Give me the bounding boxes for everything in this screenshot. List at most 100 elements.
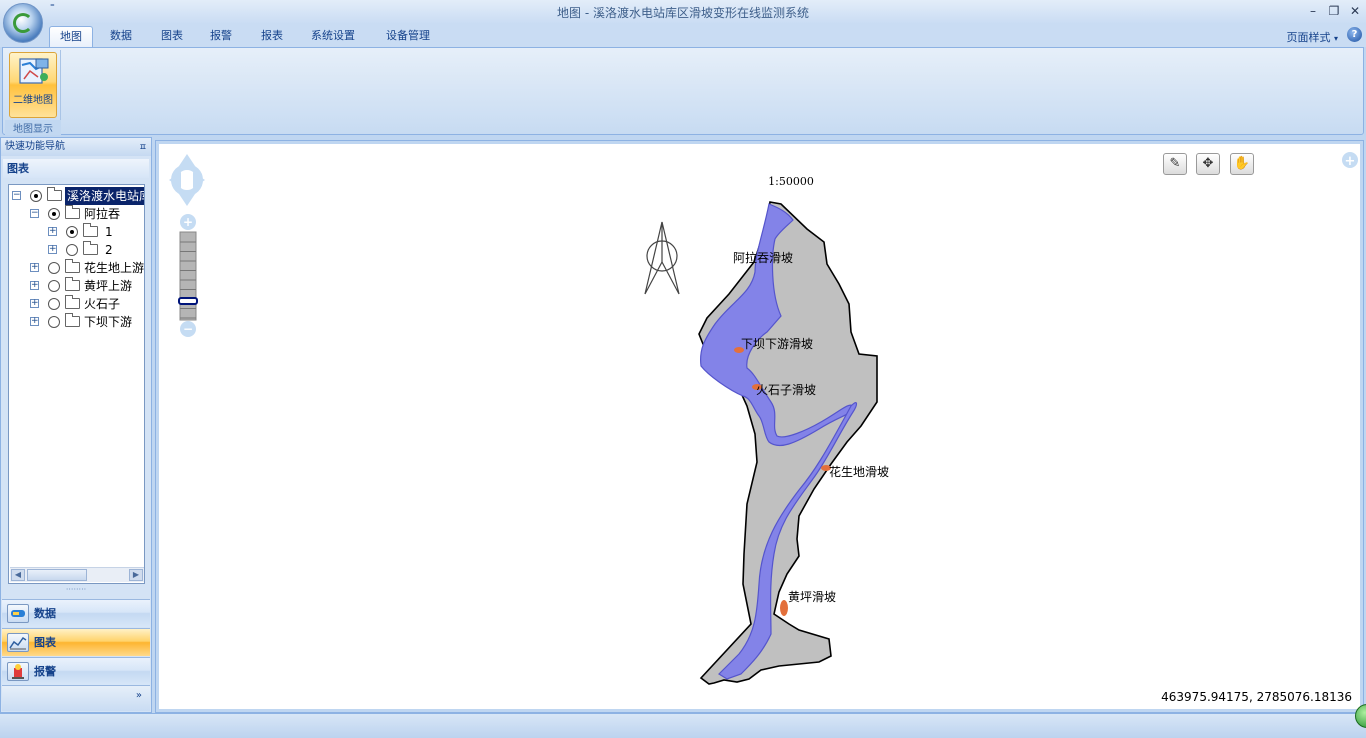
tab-device-management[interactable]: 设备管理 bbox=[376, 26, 440, 47]
expand-icon[interactable]: + bbox=[30, 281, 39, 290]
radio-button[interactable] bbox=[66, 244, 78, 256]
tab-alarm[interactable]: 报警 bbox=[200, 26, 242, 47]
hand-tool-button[interactable]: ✋ bbox=[1230, 153, 1254, 175]
tree-node-label[interactable]: 阿拉吞 bbox=[84, 205, 120, 223]
tab-charts[interactable]: 图表 bbox=[151, 26, 193, 47]
landslide-marker-huangping[interactable] bbox=[780, 600, 788, 616]
folder-icon bbox=[65, 259, 80, 273]
pan-tool-button[interactable]: ✥ bbox=[1196, 153, 1220, 175]
tree-node-label[interactable]: 下坝下游 bbox=[84, 313, 132, 331]
zoom-in-icon: + bbox=[183, 215, 193, 229]
expand-icon[interactable]: + bbox=[48, 227, 57, 236]
edit-tool-button[interactable]: ✎ bbox=[1163, 153, 1187, 175]
alarm-icon bbox=[7, 662, 29, 681]
scroll-left-icon[interactable]: ◀ bbox=[11, 569, 25, 581]
scroll-thumb[interactable] bbox=[27, 569, 87, 581]
collapse-icon[interactable]: − bbox=[30, 209, 39, 218]
radio-button[interactable] bbox=[48, 316, 60, 328]
radio-button[interactable] bbox=[66, 226, 78, 238]
expand-icon[interactable]: + bbox=[30, 317, 39, 326]
radio-button[interactable] bbox=[48, 298, 60, 310]
expand-icon[interactable]: + bbox=[30, 263, 39, 272]
folder-icon bbox=[65, 295, 80, 309]
app-logo-icon bbox=[13, 13, 33, 33]
zoom-out-icon: − bbox=[183, 322, 193, 336]
north-arrow-icon bbox=[644, 221, 680, 295]
folder-icon bbox=[83, 223, 98, 237]
restore-button[interactable]: ❐ bbox=[1325, 2, 1343, 20]
map-view[interactable]: + − 1:50000 阿拉吞滑坡 下坝下游滑坡 火石子滑坡 花生地滑坡 黄坪滑… bbox=[155, 140, 1364, 713]
minimize-button[interactable]: – bbox=[1304, 2, 1322, 20]
status-bar bbox=[0, 713, 1366, 738]
zoom-slider[interactable]: + − bbox=[178, 214, 198, 337]
2d-map-button[interactable]: 二维地图 bbox=[9, 52, 57, 118]
folder-icon bbox=[83, 241, 98, 255]
panel-splitter[interactable]: ········ bbox=[1, 586, 151, 596]
radio-button[interactable] bbox=[48, 262, 60, 274]
close-button[interactable]: ✕ bbox=[1346, 2, 1364, 20]
plus-icon: + bbox=[1345, 154, 1356, 169]
page-style-dropdown[interactable]: 页面样式 ▾ bbox=[1286, 29, 1338, 45]
nav-button-data[interactable]: 数据 bbox=[2, 599, 150, 627]
expand-icon[interactable]: + bbox=[48, 245, 57, 254]
landslide-label: 黄坪滑坡 bbox=[788, 590, 836, 604]
map-canvas[interactable]: + − 1:50000 阿拉吞滑坡 下坝下游滑坡 火石子滑坡 花生地滑坡 黄坪滑… bbox=[159, 144, 1360, 709]
tree-node-2[interactable]: + 2 bbox=[48, 241, 144, 259]
tree-node-label[interactable]: 黄坪上游 bbox=[84, 277, 132, 295]
tree-node-label[interactable]: 花生地上游 bbox=[84, 259, 144, 277]
ribbon-group-label: 地图显示 bbox=[5, 120, 61, 135]
quick-nav-panel: 快速功能导航 ㅍ 图表 − 溪洛渡水电站库区 − 阿拉吞 + 1 + bbox=[0, 137, 152, 713]
section-title: 图表 bbox=[3, 159, 149, 178]
help-icon[interactable]: ? bbox=[1347, 27, 1362, 42]
nav-button-alarm[interactable]: 报警 bbox=[2, 657, 150, 685]
zoom-track[interactable] bbox=[179, 231, 197, 321]
chevron-down-icon: ▾ bbox=[1333, 34, 1338, 43]
radio-button[interactable] bbox=[48, 208, 60, 220]
nav-button-label: 图表 bbox=[34, 636, 56, 649]
nav-button-charts[interactable]: 图表 bbox=[2, 628, 150, 656]
tree-node-huoshizi[interactable]: + 火石子 bbox=[30, 295, 144, 313]
tree-node-huashengdi[interactable]: + 花生地上游 bbox=[30, 259, 144, 277]
tab-system-settings[interactable]: 系统设置 bbox=[301, 26, 365, 47]
radio-button[interactable] bbox=[48, 280, 60, 292]
zoom-handle[interactable] bbox=[178, 297, 198, 305]
radio-button[interactable] bbox=[30, 190, 42, 202]
ribbon-tab-bar: 地图 数据 图表 报警 报表 系统设置 设备管理 页面样式 ▾ ? bbox=[0, 24, 1366, 47]
pan-down-icon[interactable] bbox=[179, 194, 195, 206]
expand-icon[interactable]: + bbox=[30, 299, 39, 308]
tree-node-root[interactable]: − 溪洛渡水电站库区 bbox=[12, 187, 144, 205]
nav-more-button[interactable]: » bbox=[2, 685, 150, 711]
site-tree: − 溪洛渡水电站库区 − 阿拉吞 + 1 + 2 + bbox=[8, 184, 145, 584]
landslide-label: 花生地滑坡 bbox=[829, 464, 889, 479]
tree-node-label[interactable]: 1 bbox=[105, 223, 113, 241]
scroll-right-icon[interactable]: ▶ bbox=[129, 569, 143, 581]
pan-control[interactable] bbox=[169, 154, 205, 206]
hand-icon: ✋ bbox=[1233, 156, 1251, 171]
pan-up-icon[interactable] bbox=[179, 154, 195, 166]
tree-node-xiaba[interactable]: + 下坝下游 bbox=[30, 313, 144, 331]
tree-node-1[interactable]: + 1 bbox=[48, 223, 144, 241]
tree-node-label[interactable]: 2 bbox=[105, 241, 113, 259]
tree-node-label[interactable]: 火石子 bbox=[84, 295, 120, 313]
folder-icon bbox=[65, 205, 80, 219]
page-style-label: 页面样式 bbox=[1286, 31, 1331, 44]
pin-icon[interactable]: ㅍ bbox=[139, 140, 147, 157]
landslide-label: 下坝下游滑坡 bbox=[741, 337, 813, 351]
tab-reports[interactable]: 报表 bbox=[251, 26, 293, 47]
tree-node-label[interactable]: 溪洛渡水电站库区 bbox=[65, 187, 144, 205]
ribbon-group-map-display: 二维地图 地图显示 bbox=[5, 50, 61, 135]
collapse-icon[interactable]: − bbox=[12, 191, 21, 200]
landslide-label: 阿拉吞滑坡 bbox=[733, 250, 793, 265]
map-scale: 1:50000 bbox=[768, 175, 814, 188]
tab-map[interactable]: 地图 bbox=[49, 26, 93, 47]
tree-node-alatun[interactable]: − 阿拉吞 bbox=[30, 205, 144, 223]
horizontal-scrollbar[interactable]: ◀ ▶ bbox=[10, 567, 144, 582]
nav-button-label: 报警 bbox=[34, 665, 56, 678]
chart-icon bbox=[7, 633, 29, 652]
folder-icon bbox=[47, 187, 62, 201]
app-menu-button[interactable] bbox=[3, 3, 43, 43]
move-icon: ✥ bbox=[1202, 156, 1214, 171]
map-2d-icon bbox=[19, 58, 49, 84]
tab-data[interactable]: 数据 bbox=[100, 26, 142, 47]
tree-node-huangping[interactable]: + 黄坪上游 bbox=[30, 277, 144, 295]
